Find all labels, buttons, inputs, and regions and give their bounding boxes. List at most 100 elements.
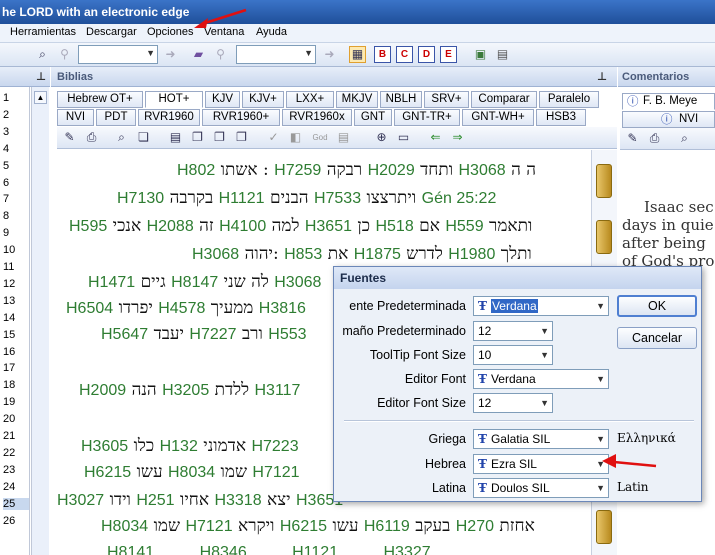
strong-number[interactable]: H7121 [185, 518, 232, 535]
hebrew-font-select[interactable]: Ŧ Ezra SIL ▼ [473, 454, 609, 474]
print-icon[interactable]: ⎙ [83, 129, 100, 146]
strong-number[interactable]: H3327 [384, 544, 431, 555]
line-number[interactable]: 13 [3, 295, 15, 307]
strong-number[interactable]: H595 [69, 218, 107, 235]
copy-chapter-icon[interactable]: ❐ [233, 129, 250, 146]
tab-comment-nvi[interactable]: ⓘ NVI [622, 111, 715, 128]
default-size-select[interactable]: 12 ▼ [473, 321, 553, 341]
edit-icon[interactable]: ✎ [624, 130, 641, 147]
line-number[interactable]: 26 [3, 515, 15, 527]
tab-comparar[interactable]: Comparar [471, 91, 537, 108]
tab-comment-meyer[interactable]: ⓘ F. B. Meye [622, 93, 715, 110]
line-number[interactable]: 4 [3, 143, 9, 155]
strong-number[interactable]: H3068 [459, 162, 506, 179]
book-search-icon[interactable]: ⚲ [212, 46, 229, 63]
line-number[interactable]: 23 [3, 464, 15, 476]
line-number[interactable]: 5 [3, 160, 9, 172]
strong-number[interactable]: H7121 [252, 464, 299, 481]
tab-nblh[interactable]: NBLH [380, 91, 422, 108]
strong-number[interactable]: H6215 [280, 518, 327, 535]
strong-number[interactable]: H3816 [259, 300, 306, 317]
user-search-icon[interactable]: ⚲ [56, 46, 73, 63]
menu-opciones[interactable]: Opciones [147, 26, 193, 38]
line-number[interactable]: 9 [3, 227, 9, 239]
strong-number[interactable]: H8147 [171, 274, 218, 291]
strong-number[interactable]: H251 [136, 492, 174, 509]
tab-gnt-wh-[interactable]: GNT-WH+ [462, 109, 534, 126]
strong-number[interactable]: H2088 [147, 218, 194, 235]
line-number[interactable]: 14 [3, 312, 15, 324]
strong-number[interactable]: H8034 [101, 518, 148, 535]
strong-number[interactable]: H2029 [368, 162, 415, 179]
strong-number[interactable]: H6215 [84, 464, 131, 481]
copy-icon[interactable]: ❐ [189, 129, 206, 146]
strong-number[interactable]: H132 [160, 438, 198, 455]
line-number[interactable]: 22 [3, 447, 15, 459]
binoculars-icon[interactable]: ⌕ [676, 130, 693, 147]
strong-number[interactable]: H270 [456, 518, 494, 535]
tab-paralelo[interactable]: Paralelo [539, 91, 599, 108]
bookmark-icon[interactable]: ❏ [135, 129, 152, 146]
strong-number[interactable]: H802 [177, 162, 215, 179]
zoom-in-icon[interactable]: ⊕ [373, 129, 390, 146]
line-number[interactable]: 15 [3, 329, 15, 341]
print-icon[interactable]: ⎙ [646, 130, 663, 147]
strong-number[interactable]: H1121 [219, 190, 265, 207]
panel-c-button[interactable]: C [396, 46, 413, 63]
line-number[interactable]: 6 [3, 177, 9, 189]
tab-pdt[interactable]: PDT [96, 109, 136, 126]
panel-e-button[interactable]: E [440, 46, 457, 63]
strong-number[interactable]: H7227 [189, 326, 236, 343]
line-number[interactable]: 8 [3, 210, 9, 222]
tab-mkjv[interactable]: MKJV [336, 91, 378, 108]
latin-font-select[interactable]: Ŧ Doulos SIL ▼ [473, 478, 609, 498]
strong-icon[interactable]: ✓ [265, 129, 282, 146]
pin-icon[interactable]: ⊥ [597, 67, 607, 87]
tab-hsb3[interactable]: HSB3 [536, 109, 586, 126]
window-icon[interactable]: ▭ [395, 129, 412, 146]
tab-rvr1960x[interactable]: RVR1960x [282, 109, 352, 126]
tab-rvr1960-[interactable]: RVR1960+ [202, 109, 280, 126]
line-number[interactable]: 20 [3, 413, 15, 425]
strong-number[interactable]: H7533 [314, 190, 361, 207]
line-number[interactable]: 24 [3, 481, 15, 493]
menu-descargar[interactable]: Descargar [86, 26, 137, 38]
image-icon[interactable]: ▣ [472, 46, 489, 63]
menu-herramientas[interactable]: Herramientas [10, 26, 76, 38]
list-icon[interactable]: ▤ [335, 129, 352, 146]
tab-nvi[interactable]: NVI [57, 109, 94, 126]
tab-kjv[interactable]: KJV [205, 91, 240, 108]
strong-number[interactable]: H4100 [219, 218, 266, 235]
strong-number[interactable]: H2009 [79, 382, 126, 399]
line-number[interactable]: 16 [3, 346, 15, 358]
panel-b-button[interactable]: B [374, 46, 391, 63]
line-number[interactable]: 2 [3, 109, 9, 121]
strong-number[interactable]: H8141 [107, 544, 154, 555]
strong-number[interactable]: H1980 [448, 246, 495, 263]
copy-verse-icon[interactable]: ❐ [211, 129, 228, 146]
line-number[interactable]: 17 [3, 362, 15, 374]
panel-d-button[interactable]: D [418, 46, 435, 63]
line-scrollbar[interactable]: ▲ [31, 87, 49, 555]
scroll-thumb[interactable] [596, 220, 612, 254]
pin-icon[interactable]: ⊥ [36, 67, 46, 87]
strong-number[interactable]: H853 [284, 246, 322, 263]
search-combo[interactable]: ▼ [78, 45, 158, 64]
morph-icon[interactable]: ◧ [287, 129, 304, 146]
book-go-icon[interactable]: ➜ [321, 46, 338, 63]
strong-number[interactable]: H7259 [274, 162, 321, 179]
strong-number[interactable]: H3117 [254, 382, 300, 399]
binoculars-icon[interactable]: ⌕ [113, 129, 130, 146]
grid-icon[interactable]: ▤ [494, 46, 511, 63]
strong-number[interactable]: H559 [445, 218, 483, 235]
strong-number[interactable]: H6119 [364, 518, 410, 535]
scroll-thumb[interactable] [596, 510, 612, 544]
line-number[interactable]: 10 [3, 244, 15, 256]
tab-kjv-[interactable]: KJV+ [242, 91, 284, 108]
line-number[interactable]: 19 [3, 396, 15, 408]
ok-button[interactable]: OK [617, 295, 697, 317]
line-number[interactable]: 7 [3, 193, 9, 205]
strong-number[interactable]: H8034 [168, 464, 215, 481]
strong-number[interactable]: H5647 [101, 326, 148, 343]
strong-number[interactable]: H7223 [251, 438, 298, 455]
